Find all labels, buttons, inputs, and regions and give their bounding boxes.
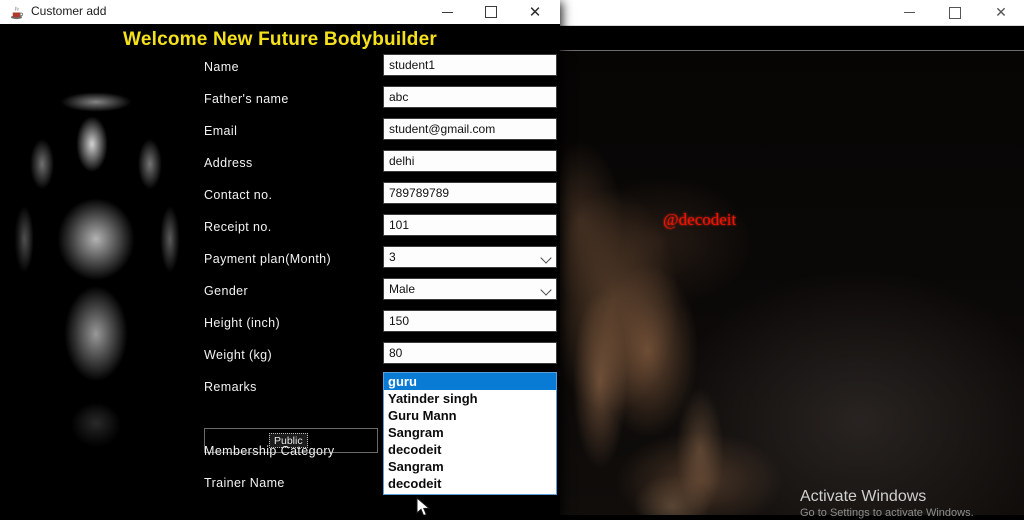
weight-input[interactable]: 80 (383, 342, 557, 364)
dropdown-option[interactable]: guru (384, 373, 556, 390)
dropdown-option[interactable]: Yatinder singh (384, 390, 556, 407)
label-email: Email (204, 124, 238, 138)
back-maximize-button[interactable] (932, 0, 978, 25)
dropdown-option[interactable]: Sangram (384, 424, 556, 441)
close-icon: ✕ (995, 4, 1007, 21)
height-input[interactable]: 150 (383, 310, 557, 332)
activation-subtitle: Go to Settings to activate Windows. (800, 507, 974, 519)
gender-select[interactable]: Male (383, 278, 557, 300)
label-contact-no: Contact no. (204, 188, 273, 202)
name-input[interactable]: student1 (383, 54, 557, 76)
label-weight: Weight (kg) (204, 348, 273, 362)
contact-no-input-value: 789789789 (389, 186, 450, 200)
receipt-no-input[interactable]: 101 (383, 214, 557, 236)
label-address: Address (204, 156, 253, 170)
dropdown-option[interactable]: decodeit (384, 475, 556, 492)
customer-add-window: Customer add ✕ Welcome New Future Bodybu… (0, 0, 560, 515)
receipt-no-input-value: 101 (389, 218, 410, 232)
label-receipt-no: Receipt no. (204, 220, 272, 234)
address-input-value: delhi (389, 154, 415, 168)
customer-add-form: Welcome New Future Bodybuilder Name stud… (0, 24, 560, 515)
maximize-icon (949, 6, 961, 19)
dropdown-option[interactable]: decodeit (384, 441, 556, 458)
maximize-button[interactable] (469, 0, 513, 24)
window-title: Customer add (31, 4, 107, 18)
chevron-down-icon (540, 252, 552, 264)
close-button[interactable]: ✕ (513, 0, 557, 24)
form-background-vignette (0, 24, 200, 515)
windows-activation-notice: Activate Windows Go to Settings to activ… (800, 487, 1020, 520)
email-input-value: student@gmail.com (389, 122, 496, 136)
gender-value: Male (389, 282, 416, 296)
back-minimize-button[interactable] (886, 0, 932, 25)
mouse-cursor (416, 497, 431, 515)
minimize-icon (441, 11, 453, 13)
watermark-decodeit: @decodeit (663, 210, 737, 229)
label-membership-category: Membership Category (204, 444, 335, 458)
label-height: Height (inch) (204, 316, 281, 330)
dropdown-option[interactable]: Guru Mann (384, 407, 556, 424)
label-fathers-name: Father's name (204, 92, 289, 106)
customer-add-titlebar[interactable]: Customer add ✕ (0, 0, 560, 25)
address-input[interactable]: delhi (383, 150, 557, 172)
label-remarks: Remarks (204, 380, 257, 394)
label-payment-plan: Payment plan(Month) (204, 252, 332, 266)
dropdown-option[interactable]: Sangram (384, 458, 556, 475)
chevron-down-icon (540, 284, 552, 296)
java-app-icon (10, 6, 24, 20)
label-gender: Gender (204, 284, 249, 298)
activation-title: Activate Windows (800, 488, 927, 505)
fathers-name-input[interactable]: abc (383, 86, 557, 108)
email-input[interactable]: student@gmail.com (383, 118, 557, 140)
payment-plan-value: 3 (389, 250, 396, 264)
close-icon: ✕ (528, 3, 542, 21)
height-input-value: 150 (389, 314, 410, 328)
weight-input-value: 80 (389, 346, 403, 360)
minimize-button[interactable] (425, 0, 469, 24)
label-trainer-name: Trainer Name (204, 476, 285, 490)
minimize-icon (903, 12, 915, 13)
label-name: Name (204, 60, 239, 74)
page-title: Welcome New Future Bodybuilder (123, 29, 437, 50)
back-close-button[interactable]: ✕ (978, 0, 1024, 25)
name-input-value: student1 (389, 58, 436, 72)
payment-plan-select[interactable]: 3 (383, 246, 557, 268)
contact-no-input[interactable]: 789789789 (383, 182, 557, 204)
trainer-name-dropdown-list[interactable]: guru Yatinder singh Guru Mann Sangram decode… (383, 372, 557, 495)
fathers-name-input-value: abc (389, 90, 409, 104)
maximize-icon (485, 6, 497, 18)
